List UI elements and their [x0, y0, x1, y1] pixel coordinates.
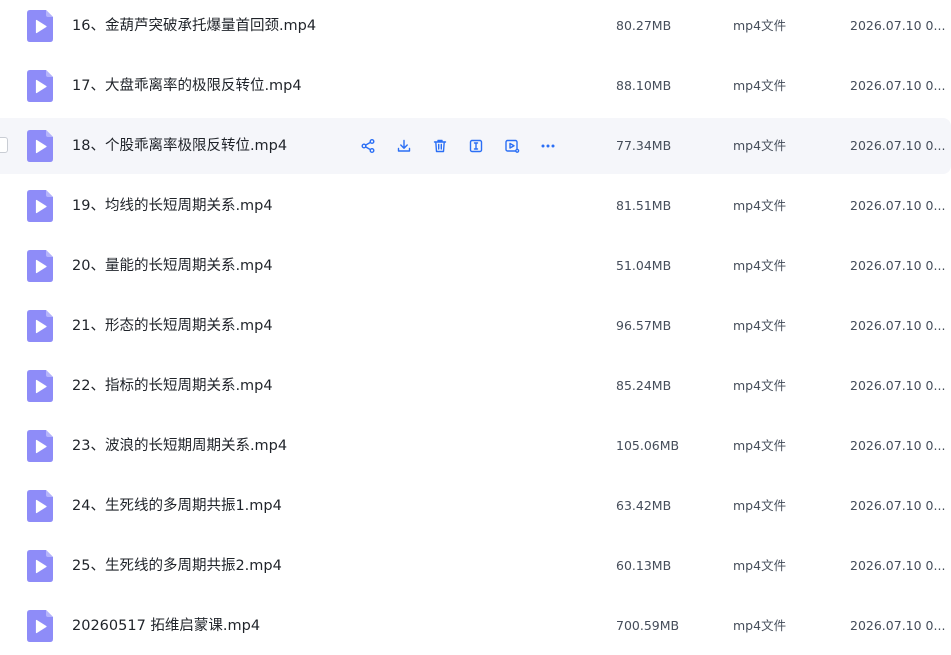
file-date: 2026.07.10 0... [850, 438, 946, 453]
file-date: 2026.07.10 0... [850, 18, 946, 33]
file-type: mp4文件 [733, 78, 787, 93]
file-name[interactable]: 22、指标的长短周期关系.mp4 [72, 358, 273, 414]
file-date: 2026.07.10 0... [850, 78, 946, 93]
file-size: 81.51MB [616, 198, 672, 213]
rename-icon[interactable] [464, 134, 488, 158]
file-date: 2026.07.10 0... [850, 498, 946, 513]
file-type: mp4文件 [733, 498, 787, 513]
share-icon[interactable] [356, 134, 380, 158]
play-icon[interactable] [500, 134, 524, 158]
file-size: 96.57MB [616, 318, 672, 333]
file-name[interactable]: 23、波浪的长短期周期关系.mp4 [72, 418, 287, 474]
file-row[interactable]: 16、金葫芦突破承托爆量首回颈.mp4 80.27MB mp4文件 2026.07.1… [0, 0, 951, 54]
file-type: mp4文件 [733, 318, 787, 333]
file-size: 700.59MB [616, 618, 680, 633]
file-name[interactable]: 25、生死线的多周期共振2.mp4 [72, 538, 282, 594]
file-size: 88.10MB [616, 78, 672, 93]
file-date: 2026.07.10 0... [850, 138, 946, 153]
file-size: 60.13MB [616, 558, 672, 573]
file-type: mp4文件 [733, 618, 787, 633]
download-icon[interactable] [392, 134, 416, 158]
video-file-icon [27, 610, 53, 642]
file-row[interactable]: 19、均线的长短周期关系.mp4 81.51MB mp4文件 2026.07.10 0… [0, 178, 951, 234]
file-row[interactable]: 18、个股乖离率极限反转位.mp4 77.34MB mp4文件 2026.07.10 … [0, 118, 951, 174]
file-row[interactable]: 25、生死线的多周期共振2.mp4 60.13MB mp4文件 2026.07.10 … [0, 538, 951, 594]
video-file-icon [27, 190, 53, 222]
file-size: 51.04MB [616, 258, 672, 273]
file-row[interactable]: 21、形态的长短周期关系.mp4 96.57MB mp4文件 2026.07.10 0… [0, 298, 951, 354]
file-date: 2026.07.10 0... [850, 378, 946, 393]
file-date: 2026.07.10 0... [850, 318, 946, 333]
video-file-icon [27, 10, 53, 42]
file-date: 2026.07.10 0... [850, 258, 946, 273]
file-type: mp4文件 [733, 18, 787, 33]
file-type: mp4文件 [733, 138, 787, 153]
file-size: 77.34MB [616, 138, 672, 153]
file-name[interactable]: 20、量能的长短周期关系.mp4 [72, 238, 273, 294]
file-date: 2026.07.10 0... [850, 618, 946, 633]
file-row[interactable]: 20260517 拓维启蒙课.mp4 700.59MB mp4文件 2026.07.1… [0, 598, 951, 654]
file-type: mp4文件 [733, 258, 787, 273]
file-list: 16、金葫芦突破承托爆量首回颈.mp4 80.27MB mp4文件 2026.07.1… [0, 0, 951, 655]
file-name[interactable]: 16、金葫芦突破承托爆量首回颈.mp4 [72, 0, 316, 54]
file-name[interactable]: 24、生死线的多周期共振1.mp4 [72, 478, 282, 534]
file-type: mp4文件 [733, 558, 787, 573]
video-file-icon [27, 490, 53, 522]
file-type: mp4文件 [733, 438, 787, 453]
trash-icon[interactable] [428, 134, 452, 158]
file-date: 2026.07.10 0... [850, 198, 946, 213]
video-file-icon [27, 310, 53, 342]
more-icon[interactable] [536, 134, 560, 158]
file-date: 2026.07.10 0... [850, 558, 946, 573]
row-actions [356, 132, 572, 160]
video-file-icon [27, 430, 53, 462]
file-name[interactable]: 21、形态的长短周期关系.mp4 [72, 298, 273, 354]
file-name[interactable]: 19、均线的长短周期关系.mp4 [72, 178, 273, 234]
video-file-icon [27, 370, 53, 402]
file-name[interactable]: 20260517 拓维启蒙课.mp4 [72, 598, 260, 654]
file-type: mp4文件 [733, 378, 787, 393]
file-row[interactable]: 20、量能的长短周期关系.mp4 51.04MB mp4文件 2026.07.10 0… [0, 238, 951, 294]
file-size: 80.27MB [616, 18, 672, 33]
file-size: 105.06MB [616, 438, 680, 453]
file-row[interactable]: 22、指标的长短周期关系.mp4 85.24MB mp4文件 2026.07.10 0… [0, 358, 951, 414]
file-name[interactable]: 18、个股乖离率极限反转位.mp4 [72, 118, 287, 174]
file-row[interactable]: 24、生死线的多周期共振1.mp4 63.42MB mp4文件 2026.07.10 … [0, 478, 951, 534]
video-file-icon [27, 130, 53, 162]
video-file-icon [27, 550, 53, 582]
file-type: mp4文件 [733, 198, 787, 213]
file-row[interactable]: 17、大盘乖离率的极限反转位.mp4 88.10MB mp4文件 2026.07.10… [0, 58, 951, 114]
row-checkbox[interactable] [0, 137, 8, 153]
file-row[interactable]: 23、波浪的长短期周期关系.mp4 105.06MB mp4文件 2026.07.10… [0, 418, 951, 474]
video-file-icon [27, 250, 53, 282]
video-file-icon [27, 70, 53, 102]
file-name[interactable]: 17、大盘乖离率的极限反转位.mp4 [72, 58, 302, 114]
file-size: 85.24MB [616, 378, 672, 393]
file-size: 63.42MB [616, 498, 672, 513]
